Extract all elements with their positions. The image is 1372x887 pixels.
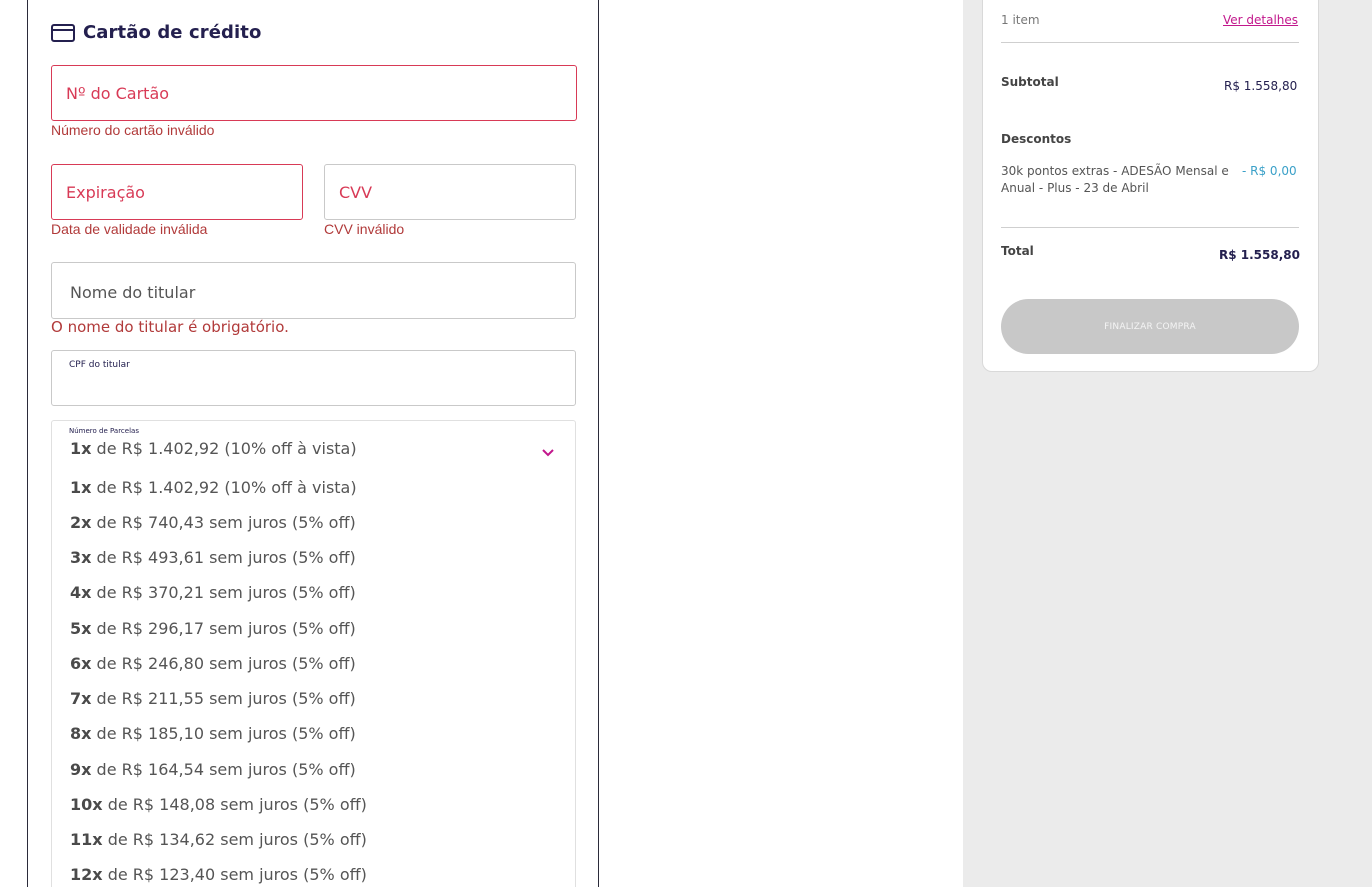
expiration-field[interactable]: Expiração <box>51 164 303 220</box>
discount-value: - R$ 0,00 <box>1242 164 1297 178</box>
total-label: Total <box>1001 244 1034 258</box>
installments-selected[interactable]: 1x de R$ 1.402,92 (10% off à vista) <box>70 439 357 458</box>
cvv-placeholder: CVV <box>339 183 373 202</box>
expiration-error: Data de validade inválida <box>51 221 208 237</box>
option-text: de R$ 296,17 sem juros (5% off) <box>96 619 356 638</box>
option-text: de R$ 164,54 sem juros (5% off) <box>96 760 356 779</box>
summary-divider <box>1001 227 1299 228</box>
option-count: 12x <box>70 865 103 884</box>
installment-option[interactable]: 11x de R$ 134,62 sem juros (5% off) <box>70 830 367 849</box>
chevron-down-icon[interactable] <box>541 443 555 457</box>
selected-count: 1x <box>70 439 92 458</box>
expiration-placeholder: Expiração <box>66 183 145 202</box>
installment-option[interactable]: 3x de R$ 493,61 sem juros (5% off) <box>70 548 356 567</box>
option-text: de R$ 185,10 sem juros (5% off) <box>96 724 356 743</box>
installment-option[interactable]: 4x de R$ 370,21 sem juros (5% off) <box>70 583 356 602</box>
cvv-error: CVV inválido <box>324 221 405 237</box>
selected-text: de R$ 1.402,92 (10% off à vista) <box>96 439 357 458</box>
card-number-error: Número do cartão inválido <box>51 122 215 138</box>
option-text: de R$ 211,55 sem juros (5% off) <box>96 689 356 708</box>
payment-title: Cartão de crédito <box>83 22 262 43</box>
payment-header: Cartão de crédito <box>51 22 261 43</box>
installment-option[interactable]: 8x de R$ 185,10 sem juros (5% off) <box>70 724 356 743</box>
installments-select[interactable]: Número de Parcelas 1x de R$ 1.402,92 (10… <box>51 420 576 887</box>
items-count: 1 item <box>1001 13 1040 27</box>
cvv-field[interactable]: CVV <box>324 164 576 220</box>
installment-option[interactable]: 5x de R$ 296,17 sem juros (5% off) <box>70 619 356 638</box>
option-count: 5x <box>70 619 92 638</box>
subtotal-value: R$ 1.558,80 <box>1224 79 1298 93</box>
card-number-field[interactable]: Nº do Cartão <box>51 65 577 121</box>
card-number-placeholder: Nº do Cartão <box>66 84 170 103</box>
holder-name-field[interactable]: Nome do titular <box>51 262 576 319</box>
installment-option[interactable]: 9x de R$ 164,54 sem juros (5% off) <box>70 760 356 779</box>
option-count: 3x <box>70 548 92 567</box>
discount-description: 30k pontos extras - ADESÃO Mensal e Anua… <box>1001 164 1229 195</box>
option-text: de R$ 740,43 sem juros (5% off) <box>96 513 356 532</box>
installment-option[interactable]: 10x de R$ 148,08 sem juros (5% off) <box>70 795 367 814</box>
option-count: 8x <box>70 724 92 743</box>
holder-cpf-label: CPF do titular <box>69 360 130 370</box>
option-text: de R$ 148,08 sem juros (5% off) <box>107 795 367 814</box>
holder-cpf-field[interactable]: CPF do titular <box>51 350 576 406</box>
credit-card-icon <box>51 23 75 42</box>
summary-divider <box>1001 42 1299 43</box>
total-value: R$ 1.558,80 <box>1219 248 1300 262</box>
subtotal-label: Subtotal <box>1001 75 1059 89</box>
installments-label: Número de Parcelas <box>69 427 139 435</box>
holder-name-error: O nome do titular é obrigatório. <box>51 318 289 336</box>
option-count: 6x <box>70 654 92 673</box>
finalize-purchase-button[interactable]: FINALIZAR COMPRA <box>1001 299 1299 354</box>
installment-option[interactable]: 7x de R$ 211,55 sem juros (5% off) <box>70 689 356 708</box>
option-count: 10x <box>70 795 103 814</box>
option-text: de R$ 123,40 sem juros (5% off) <box>107 865 367 884</box>
details-link[interactable]: Ver detalhes <box>1223 13 1298 27</box>
installment-option[interactable]: 6x de R$ 246,80 sem juros (5% off) <box>70 654 356 673</box>
option-count: 9x <box>70 760 92 779</box>
option-count: 4x <box>70 583 92 602</box>
option-count: 7x <box>70 689 92 708</box>
option-text: de R$ 246,80 sem juros (5% off) <box>96 654 356 673</box>
installment-option[interactable]: 2x de R$ 740,43 sem juros (5% off) <box>70 513 356 532</box>
installment-option[interactable]: 1x de R$ 1.402,92 (10% off à vista) <box>70 478 357 497</box>
option-count: 2x <box>70 513 92 532</box>
holder-name-placeholder: Nome do titular <box>70 283 196 302</box>
option-count: 11x <box>70 830 103 849</box>
option-text: de R$ 134,62 sem juros (5% off) <box>107 830 367 849</box>
installment-option[interactable]: 12x de R$ 123,40 sem juros (5% off) <box>70 865 367 884</box>
option-count: 1x <box>70 478 92 497</box>
option-text: de R$ 493,61 sem juros (5% off) <box>96 548 356 567</box>
option-text: de R$ 1.402,92 (10% off à vista) <box>96 478 357 497</box>
discounts-label: Descontos <box>1001 132 1072 146</box>
option-text: de R$ 370,21 sem juros (5% off) <box>96 583 356 602</box>
